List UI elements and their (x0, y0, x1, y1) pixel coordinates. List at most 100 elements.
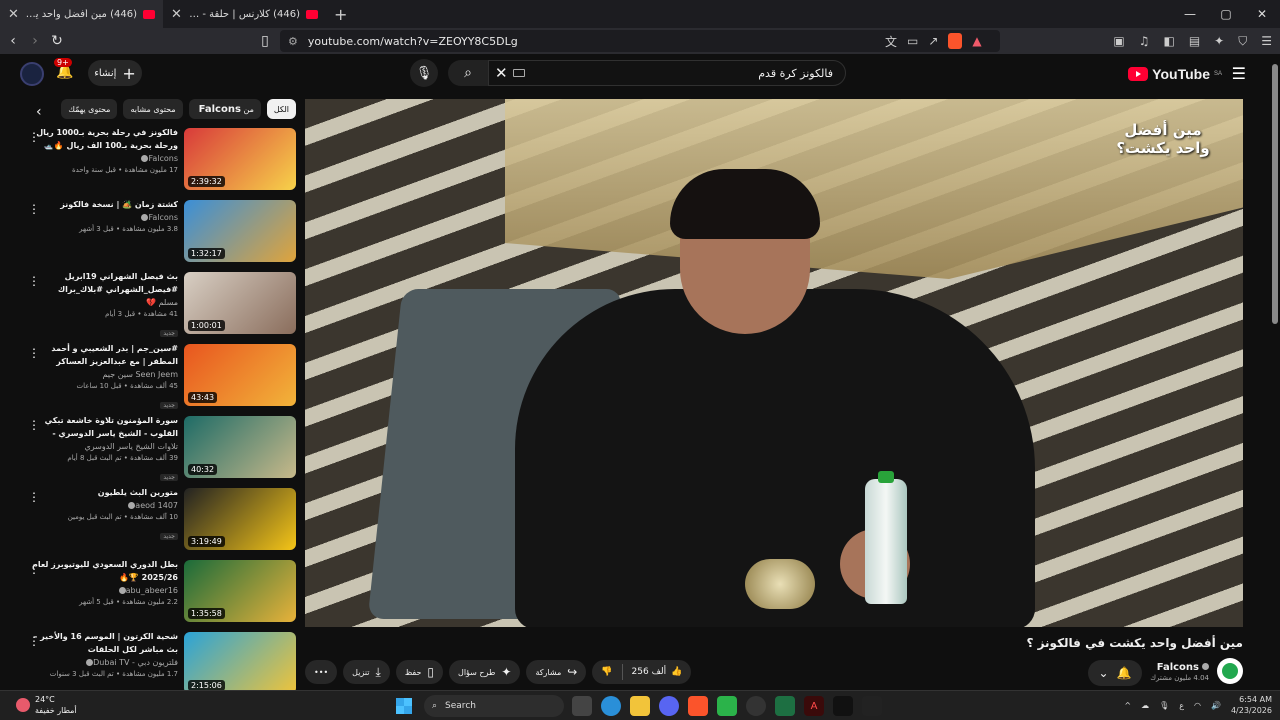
chips-scroll-left-icon[interactable]: ‹ (36, 104, 42, 120)
channel-avatar[interactable] (1217, 658, 1243, 684)
wifi-icon[interactable]: ◠ (1194, 701, 1201, 710)
video-title[interactable]: #سين_جم | بدر الشعيبي و أحمد المطفر | مع… (28, 342, 178, 368)
video-title[interactable]: شحية الكرتون | الموسم 16 والأخير - بث مب… (28, 630, 178, 656)
related-video-item[interactable]: 1:00:01 بث فيصل الشهراني 19ابريل #فيصل_ال… (20, 270, 296, 339)
video-title[interactable]: متورين البث يلطيون (28, 486, 178, 499)
chatgpt-icon[interactable] (746, 696, 766, 716)
forward-icon[interactable]: › (24, 33, 46, 49)
excel-icon[interactable] (775, 696, 795, 716)
brave-icon[interactable] (688, 696, 708, 716)
video-thumbnail[interactable]: 43:43 (184, 344, 296, 406)
discord-icon[interactable] (659, 696, 679, 716)
video-channel[interactable]: aeod 1407 (28, 500, 178, 512)
acrobat-icon[interactable]: A (804, 696, 824, 716)
close-window-button[interactable]: ✕ (1244, 0, 1280, 28)
clock[interactable]: 6:54 AM 4/23/2026 (1231, 694, 1272, 716)
file-explorer-icon[interactable] (630, 696, 650, 716)
maximize-button[interactable]: ▢ (1208, 0, 1244, 28)
sidebar-toggle-icon[interactable]: ▣ (1113, 34, 1124, 49)
share-icon[interactable]: ↗ (928, 34, 938, 48)
chip-all[interactable]: الكل (266, 99, 296, 119)
video-player[interactable]: مين أفضل واحد يكشت؟ (305, 99, 1243, 627)
wallet-icon[interactable]: ▤ (1189, 34, 1200, 49)
search-button[interactable]: ⌕ (448, 60, 488, 86)
video-channel[interactable]: abu_abeer16 (28, 585, 178, 597)
more-options-icon[interactable]: ⋮ (28, 202, 40, 216)
more-options-icon[interactable]: ⋮ (28, 274, 40, 288)
new-tab-button[interactable]: + (326, 5, 355, 24)
video-title[interactable]: سورة المؤمنون تلاوة خاشعة تبكي القلوب - … (28, 414, 178, 440)
browser-tab-active[interactable]: (446) مين أفضل واحد يكشت ب... ✕ (0, 0, 163, 28)
task-view-icon[interactable] (572, 696, 592, 716)
chip-from-falcons[interactable]: من Falcons (188, 99, 261, 119)
related-video-item[interactable]: 1:35:58 بطل الدوري السعودي لليوتيوبرز لعا… (20, 558, 296, 627)
video-channel[interactable]: Falcons (28, 153, 178, 165)
video-channel[interactable]: Falcons (28, 212, 178, 224)
volume-icon[interactable]: 🔊 (1211, 701, 1221, 710)
related-video-item[interactable]: 43:43 #سين_جم | بدر الشعيبي و أحمد المطفر… (20, 342, 296, 411)
language-indicator[interactable]: ع (1179, 701, 1184, 710)
video-channel[interactable]: Seen Jeem سين جيم (28, 369, 178, 381)
video-thumbnail[interactable]: 3:19:49 (184, 488, 296, 550)
subscribed-button[interactable]: ⌄ 🔔 (1088, 660, 1142, 686)
video-title[interactable]: كشتة زمان 🏕️ | نسخة فالكونز (28, 198, 178, 211)
translate-icon[interactable]: 文 (885, 33, 897, 50)
more-options-icon[interactable]: ⋮ (28, 634, 40, 648)
search-input[interactable]: فالكونز كرة قدم ✕ (488, 60, 846, 86)
ask-button[interactable]: طرح سؤال ✦ (449, 660, 521, 684)
related-video-item[interactable]: 2:15:06 شحية الكرتون | الموسم 16 والأخير … (20, 630, 296, 699)
chip-for-you[interactable]: محتوى يهمّك (61, 99, 118, 119)
youtube-logo[interactable]: YouTube SA (1128, 66, 1222, 82)
guide-menu-icon[interactable]: ☰ (1232, 64, 1246, 83)
site-info-icon[interactable]: ⚙ (288, 35, 298, 48)
cast-icon[interactable]: ▭ (907, 34, 918, 48)
chip-similar[interactable]: محتوى مشابه (123, 99, 183, 119)
video-thumbnail[interactable]: 2:39:32 (184, 128, 296, 190)
browser-tab[interactable]: (446) كلارنس | حلقة - الملعب المفقود ✕ (163, 0, 326, 28)
minimize-button[interactable]: — (1172, 0, 1208, 28)
brave-rewards-icon[interactable]: ▲ (972, 34, 981, 48)
close-tab-icon[interactable]: ✕ (8, 7, 19, 22)
related-video-item[interactable]: 40:32 سورة المؤمنون تلاوة خاشعة تبكي القل… (20, 414, 296, 483)
taskbar-search[interactable]: ⌕ Search (424, 695, 564, 717)
vpn-icon[interactable]: ⛉ (1238, 34, 1247, 49)
video-title[interactable]: بث فيصل الشهراني 19ابريل #فيصل_الشهراني … (28, 270, 178, 296)
video-channel[interactable]: تلاوات الشيخ ياسر الدوسري (28, 441, 178, 453)
related-video-item[interactable]: 3:19:49 متورين البث يلطيون aeod 1407 10 آلف… (20, 486, 296, 555)
voice-search-button[interactable]: 🎙 (410, 59, 438, 87)
page-scrollbar[interactable] (1270, 54, 1280, 694)
video-title[interactable]: بطل الدوري السعودي لليوتيوبرز لعام 2025/… (28, 558, 178, 584)
dislike-button[interactable]: 👎 (592, 667, 621, 677)
close-tab-icon[interactable]: ✕ (171, 7, 182, 22)
clear-search-icon[interactable]: ✕ (495, 64, 508, 82)
more-options-icon[interactable]: ⋮ (28, 490, 40, 504)
more-options-icon[interactable]: ⋮ (28, 418, 40, 432)
video-thumbnail[interactable]: 40:32 (184, 416, 296, 478)
share-button[interactable]: مشاركة ↪ (526, 660, 587, 684)
video-channel[interactable]: فلتريون دبي - Dubai TV (28, 657, 178, 669)
keyboard-icon[interactable] (513, 69, 525, 77)
reader-icon[interactable]: ◧ (1163, 34, 1174, 49)
scrollbar-thumb[interactable] (1272, 64, 1278, 324)
tray-chevron-icon[interactable]: ^ (1124, 701, 1131, 710)
app-icon[interactable] (862, 696, 882, 716)
download-button[interactable]: تنزيل ⤓ (343, 660, 390, 684)
reload-icon[interactable]: ↻ (46, 33, 68, 49)
video-channel[interactable]: مسلم 💔 (28, 297, 178, 309)
like-button[interactable]: 256 ألف 👍 (623, 667, 692, 677)
play-icon[interactable] (717, 696, 737, 716)
channel-name[interactable]: Falcons (1150, 661, 1209, 674)
capcut-icon[interactable] (833, 696, 853, 716)
video-thumbnail[interactable]: 1:32:17 (184, 200, 296, 262)
related-video-item[interactable]: 2:39:32 فالكونز في رحلة بحرية بـ1000 ريال… (20, 126, 296, 195)
more-options-icon[interactable]: ⋮ (28, 562, 40, 576)
video-title[interactable]: فالكونز في رحلة بحرية بـ1000 ريال ورحلة … (28, 126, 178, 152)
weather-widget[interactable]: 24°C أمطار خفيفة (16, 694, 77, 716)
brave-shields-icon[interactable] (948, 33, 963, 49)
video-thumbnail[interactable]: 2:15:06 (184, 632, 296, 694)
extensions-icon[interactable]: ✦ (1214, 34, 1224, 49)
menu-icon[interactable]: ☰ (1261, 34, 1272, 49)
windows-start-icon[interactable] (396, 698, 412, 714)
more-actions-button[interactable]: ••• (305, 660, 338, 684)
video-thumbnail[interactable]: 1:35:58 (184, 560, 296, 622)
